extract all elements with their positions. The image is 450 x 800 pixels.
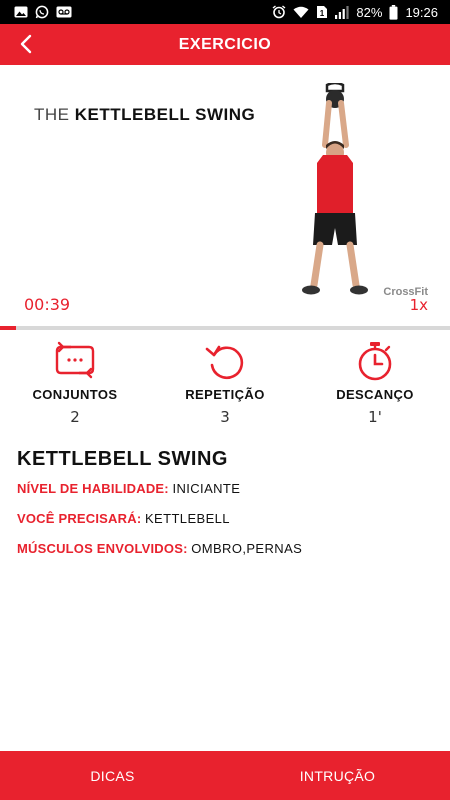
info-value: KETTLEBELL [144, 511, 230, 526]
stat-reps: REPETIÇÃO 3 [150, 340, 300, 430]
chevron-left-icon [20, 34, 32, 54]
info-row-skill: NÍVEL DE HABILIDADE: INICIANTE [17, 481, 437, 501]
bottom-tab-bar: DICAS INTRUÇÃO [0, 751, 450, 800]
status-left [14, 5, 72, 19]
status-bar: 1 82% 19:26 [0, 0, 450, 24]
video-title-bold: KETTLEBELL SWING [74, 105, 256, 124]
info-value: INICIANTE [172, 481, 241, 496]
playback-speed[interactable]: 1x [410, 296, 428, 314]
battery-percent: 82% [356, 4, 383, 20]
info-key: MÚSCULOS ENVOLVIDOS: [17, 541, 188, 556]
video-player[interactable]: THE KETTLEBELL SWING CrossFit 00:39 1x [0, 65, 450, 326]
exercise-stats: CONJUNTOS 2 REPETIÇÃO 3 DESCANÇO 1' [0, 340, 450, 430]
stat-sets: CONJUNTOS 2 [0, 340, 150, 430]
repeat-icon [52, 340, 98, 382]
stat-label: REPETIÇÃO [185, 387, 265, 402]
video-progress-bar[interactable] [0, 326, 450, 330]
tab-tips[interactable]: DICAS [0, 751, 225, 800]
stat-label: DESCANÇO [336, 387, 414, 402]
video-title: THE KETTLEBELL SWING [34, 105, 255, 125]
wifi-icon [293, 6, 309, 19]
stat-value: 3 [220, 408, 230, 426]
stat-label: CONJUNTOS [32, 387, 118, 402]
app-bar: EXERCICIO [0, 24, 450, 65]
alarm-icon [272, 5, 286, 19]
stat-rest: DESCANÇO 1' [300, 340, 450, 430]
info-key: VOCÊ PRECISARÁ: [17, 511, 142, 526]
video-time: 00:39 [24, 295, 71, 314]
page-title: EXERCICIO [178, 35, 272, 53]
info-row-muscles: MÚSCULOS ENVOLVIDOS: OMBRO,PERNAS [17, 541, 437, 561]
clock: 19:26 [405, 4, 438, 20]
svg-text:1: 1 [320, 9, 325, 18]
whatsapp-icon [35, 5, 49, 19]
battery-icon [389, 4, 398, 20]
athlete-illustration [302, 83, 368, 295]
back-button[interactable] [10, 28, 42, 60]
video-title-thin: THE [34, 105, 70, 124]
info-row-equipment: VOCÊ PRECISARÁ: KETTLEBELL [17, 511, 437, 531]
video-progress-fill [0, 326, 16, 330]
replay-icon [202, 340, 248, 382]
sim-icon: 1 [316, 5, 328, 19]
exercise-name: KETTLEBELL SWING [17, 448, 228, 470]
stat-value: 2 [70, 408, 80, 426]
image-icon [14, 6, 28, 18]
voicemail-icon [56, 6, 72, 18]
status-right: 1 82% 19:26 [272, 4, 438, 20]
stopwatch-icon [352, 340, 398, 382]
info-value: OMBRO,PERNAS [191, 541, 303, 556]
signal-icon [335, 5, 350, 19]
info-key: NÍVEL DE HABILIDADE: [17, 481, 169, 496]
stat-value: 1' [368, 408, 382, 426]
tab-instruction[interactable]: INTRUÇÃO [225, 751, 450, 800]
exercise-details: KETTLEBELL SWING NÍVEL DE HABILIDADE: IN… [17, 448, 437, 561]
